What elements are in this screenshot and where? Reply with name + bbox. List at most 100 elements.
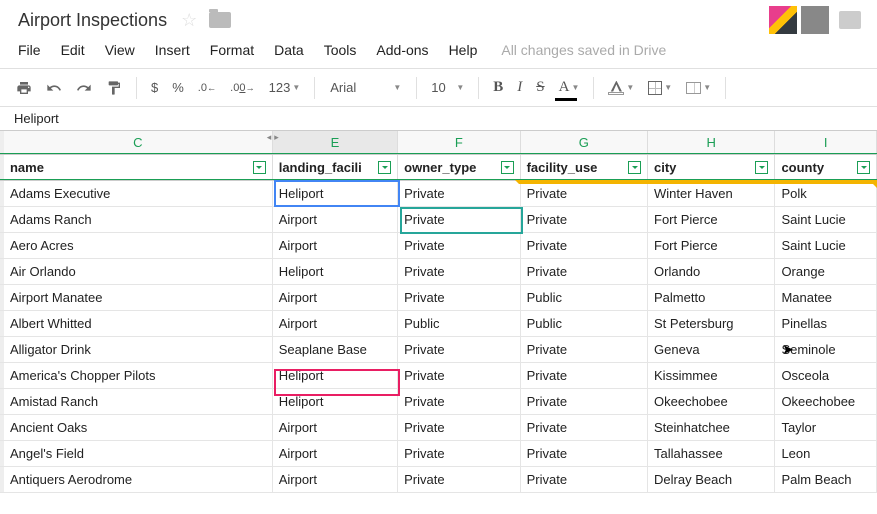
cell-name[interactable]: Alligator Drink: [4, 337, 273, 362]
redo-icon[interactable]: [70, 76, 98, 100]
cell-city[interactable]: Palmetto: [648, 285, 775, 310]
cell-city[interactable]: Kissimmee: [648, 363, 775, 388]
col-header-F[interactable]: F: [398, 131, 520, 154]
merge-cells-button[interactable]: ▼: [680, 78, 717, 98]
undo-icon[interactable]: [40, 76, 68, 100]
cell-city[interactable]: Winter Haven: [648, 181, 775, 206]
cell-county[interactable]: Okeechobee: [775, 389, 877, 414]
cell-landing[interactable]: Airport: [273, 311, 398, 336]
print-icon[interactable]: [10, 76, 38, 100]
cell-owner[interactable]: Private: [398, 441, 520, 466]
col-header-G[interactable]: G: [521, 131, 648, 154]
cell-county[interactable]: Polk: [775, 181, 877, 206]
cell-landing[interactable]: Airport: [273, 285, 398, 310]
menu-insert[interactable]: Insert: [145, 38, 200, 62]
cell-city[interactable]: Fort Pierce: [648, 233, 775, 258]
cell-landing[interactable]: Airport: [273, 207, 398, 232]
star-icon[interactable]: ☆: [181, 10, 197, 31]
cell-facility[interactable]: Private: [521, 207, 648, 232]
cell-county[interactable]: Orange: [775, 259, 877, 284]
cell-name[interactable]: Airport Manatee: [4, 285, 273, 310]
cell-city[interactable]: Tallahassee: [648, 441, 775, 466]
decrease-decimal-button[interactable]: .0←: [192, 78, 222, 98]
cell-name[interactable]: America's Chopper Pilots: [4, 363, 273, 388]
menu-format[interactable]: Format: [200, 38, 264, 62]
collaborator-avatar[interactable]: [769, 6, 797, 34]
cell-landing[interactable]: Airport: [273, 467, 398, 492]
filter-icon[interactable]: [857, 161, 870, 174]
filter-icon[interactable]: [378, 161, 391, 174]
cell-landing[interactable]: Seaplane Base: [273, 337, 398, 362]
cell-name[interactable]: Aero Acres: [4, 233, 273, 258]
text-color-button[interactable]: A▼: [553, 75, 586, 100]
cell-city[interactable]: Fort Pierce: [648, 207, 775, 232]
menu-edit[interactable]: Edit: [51, 38, 95, 62]
cell-name[interactable]: Amistad Ranch: [4, 389, 273, 414]
cell-landing[interactable]: Heliport: [273, 259, 398, 284]
header-county[interactable]: county: [775, 155, 877, 180]
cell-owner[interactable]: Private: [398, 207, 520, 232]
cell-name[interactable]: Adams Executive: [4, 181, 273, 206]
cell-landing[interactable]: Heliport: [273, 389, 398, 414]
cell-city[interactable]: Okeechobee: [648, 389, 775, 414]
col-header-C[interactable]: C: [4, 131, 273, 154]
cell-facility[interactable]: Private: [521, 181, 648, 206]
header-facility[interactable]: facility_use: [521, 155, 648, 180]
cell-owner[interactable]: Private: [398, 389, 520, 414]
cell-facility[interactable]: Private: [521, 441, 648, 466]
cell-county[interactable]: Pinellas: [775, 311, 877, 336]
cell-county[interactable]: Saint Lucie: [775, 207, 877, 232]
cell-county[interactable]: Saint Lucie: [775, 233, 877, 258]
cell-owner[interactable]: Private: [398, 337, 520, 362]
document-title[interactable]: Airport Inspections: [16, 8, 169, 33]
col-header-E[interactable]: E: [273, 131, 398, 154]
hidden-columns-indicator[interactable]: [269, 134, 277, 146]
italic-button[interactable]: I: [511, 75, 528, 100]
folder-icon[interactable]: [209, 12, 231, 28]
cell-facility[interactable]: Private: [521, 415, 648, 440]
header-name[interactable]: name: [4, 155, 273, 180]
cell-facility[interactable]: Private: [521, 233, 648, 258]
cell-city[interactable]: Geneva: [648, 337, 775, 362]
cell-county[interactable]: Osceola: [775, 363, 877, 388]
number-format-button[interactable]: 123▼: [263, 76, 307, 99]
cell-owner[interactable]: Private: [398, 467, 520, 492]
cell-county[interactable]: Manatee: [775, 285, 877, 310]
cell-facility[interactable]: Private: [521, 259, 648, 284]
formula-bar[interactable]: Heliport: [0, 107, 877, 131]
cell-facility[interactable]: Private: [521, 363, 648, 388]
cell-owner[interactable]: Private: [398, 181, 520, 206]
paint-format-icon[interactable]: [100, 76, 128, 100]
cell-facility[interactable]: Public: [521, 285, 648, 310]
header-city[interactable]: city: [648, 155, 775, 180]
cell-county[interactable]: Palm Beach: [775, 467, 877, 492]
menu-help[interactable]: Help: [439, 38, 488, 62]
cell-name[interactable]: Albert Whitted: [4, 311, 273, 336]
col-header-H[interactable]: H: [648, 131, 775, 154]
cell-city[interactable]: Delray Beach: [648, 467, 775, 492]
header-owner[interactable]: owner_type: [398, 155, 520, 180]
borders-button[interactable]: ▼: [642, 77, 678, 99]
cell-owner[interactable]: Private: [398, 415, 520, 440]
menu-addons[interactable]: Add-ons: [366, 38, 438, 62]
font-family-select[interactable]: Arial▼: [323, 76, 408, 99]
cell-name[interactable]: Antiquers Aerodrome: [4, 467, 273, 492]
menu-tools[interactable]: Tools: [314, 38, 367, 62]
menu-file[interactable]: File: [16, 38, 51, 62]
cell-owner[interactable]: Private: [398, 363, 520, 388]
cell-landing[interactable]: Airport: [273, 233, 398, 258]
format-currency-button[interactable]: $: [145, 76, 164, 99]
font-size-select[interactable]: 10▼: [425, 77, 470, 98]
cell-name[interactable]: Angel's Field: [4, 441, 273, 466]
filter-icon[interactable]: [755, 161, 768, 174]
cell-owner[interactable]: Private: [398, 259, 520, 284]
cell-landing[interactable]: Airport: [273, 415, 398, 440]
cell-city[interactable]: St Petersburg: [648, 311, 775, 336]
col-header-I[interactable]: I: [775, 131, 877, 154]
header-landing[interactable]: landing_facili: [273, 155, 398, 180]
cell-name[interactable]: Air Orlando: [4, 259, 273, 284]
cell-owner[interactable]: Private: [398, 233, 520, 258]
filter-icon[interactable]: [501, 161, 514, 174]
cell-facility[interactable]: Public: [521, 311, 648, 336]
cell-name[interactable]: Adams Ranch: [4, 207, 273, 232]
